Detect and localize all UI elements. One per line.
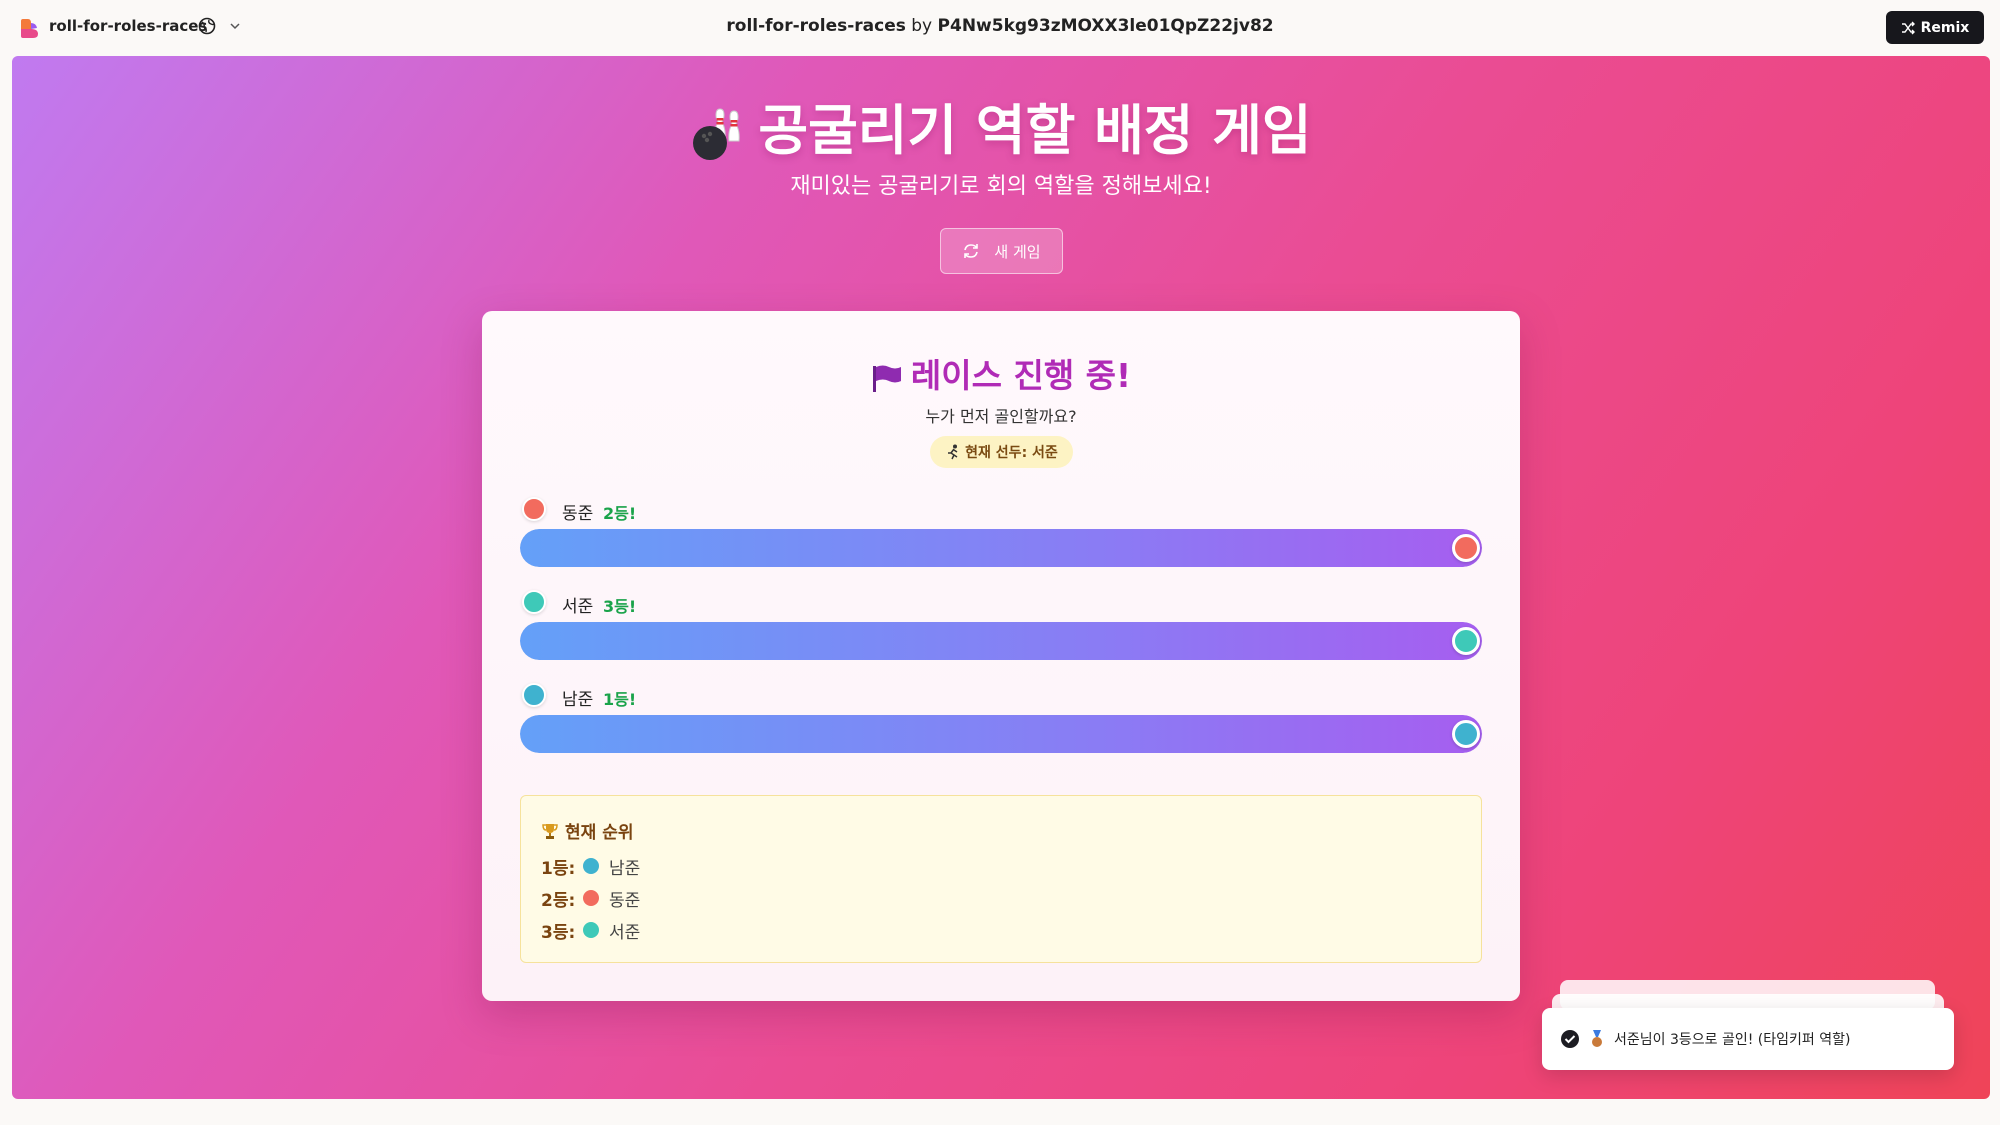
leader-label: 현재 선두: 서준	[965, 445, 1058, 461]
ranking-row: 2등: 동준	[541, 886, 641, 911]
runner-icon	[948, 444, 958, 460]
game-stage: 공굴리기 역할 배정 게임 재미있는 공굴리기로 회의 역할을 정해보세요! 새…	[12, 56, 1990, 1099]
racer-color-dot	[522, 497, 546, 521]
racer-ball	[1452, 720, 1480, 748]
racer-rank: 3등!	[603, 597, 637, 616]
rank-name: 남준	[609, 858, 641, 879]
racer-name: 서준	[562, 597, 594, 617]
ranking-title: 현재 순위	[541, 818, 633, 843]
rank-label: 2등:	[541, 890, 576, 911]
race-title: 레이스 진행 중!	[482, 349, 1520, 397]
main-title-text: 공굴리기 역할 배정 게임	[758, 99, 1312, 162]
rank-label: 1등:	[541, 858, 576, 879]
racer-color-dot	[522, 590, 546, 614]
leader-badge: 현재 선두: 서준	[930, 436, 1073, 468]
race-subtitle: 누가 먼저 골인할까요?	[925, 407, 1077, 426]
ranking-panel: 현재 순위 1등: 남준 2등: 동준 3등: 서준	[520, 795, 1482, 963]
rank-name: 서준	[609, 922, 641, 943]
ranking-title-text: 현재 순위	[565, 823, 634, 843]
racer-row: 동준 2등!	[520, 495, 1482, 567]
main-title: 공굴리기 역할 배정 게임	[12, 86, 1990, 165]
trophy-icon	[542, 823, 558, 839]
refresh-icon	[964, 244, 979, 258]
rank-name: 동준	[609, 890, 641, 911]
toast-message: 서준님이 3등으로 골인! (타임키퍼 역할)	[1614, 1032, 1851, 1048]
rank-color-dot	[583, 890, 599, 906]
racer-ball	[1452, 627, 1480, 655]
remix-label: Remix	[1920, 19, 1970, 36]
page-title: roll-for-roles-races by P4Nw5kg93zMOXX3l…	[0, 16, 2000, 36]
racer-row: 남준 1등!	[520, 681, 1482, 753]
racer-name: 동준	[562, 504, 594, 524]
ranking-row: 1등: 남준	[541, 854, 641, 879]
top-bar: roll-for-roles-races roll-for-roles-race…	[0, 0, 2000, 56]
rank-color-dot	[583, 858, 599, 874]
subtitle: 재미있는 공굴리기로 회의 역할을 정해보세요!	[790, 174, 1212, 199]
shuffle-icon	[1901, 21, 1915, 34]
race-track	[520, 715, 1482, 753]
track-progress-fill	[520, 715, 1482, 753]
racer-rank: 1등!	[603, 690, 637, 709]
ranking-row: 3등: 서준	[541, 918, 641, 943]
flag-icon	[872, 365, 901, 392]
rank-color-dot	[583, 922, 599, 938]
race-title-text: 레이스 진행 중!	[910, 356, 1132, 395]
remix-button[interactable]: Remix	[1886, 11, 1984, 44]
race-track	[520, 622, 1482, 660]
rank-label: 3등:	[541, 922, 576, 943]
new-game-label: 새 게임	[994, 242, 1041, 261]
track-progress-fill	[520, 529, 1482, 567]
racer-rank: 2등!	[603, 504, 637, 523]
medal-icon	[1592, 1030, 1602, 1047]
title-app-name: roll-for-roles-races	[726, 16, 906, 36]
toast-notification[interactable]: 서준님이 3등으로 골인! (타임키퍼 역할)	[1542, 1008, 1954, 1070]
racer-row: 서준 3등!	[520, 588, 1482, 660]
racer-color-dot	[522, 683, 546, 707]
racer-name: 남준	[562, 690, 594, 710]
track-progress-fill	[520, 622, 1482, 660]
title-by: by	[911, 16, 933, 36]
bowling-icon	[693, 108, 741, 161]
race-track	[520, 529, 1482, 567]
title-user-id: P4Nw5kg93zMOXX3le01QpZ22jv82	[937, 16, 1274, 36]
new-game-button[interactable]: 새 게임	[940, 228, 1063, 274]
check-circle-icon	[1561, 1030, 1579, 1048]
race-card: 레이스 진행 중! 누가 먼저 골인할까요? 현재 선두: 서준 동준 2등!	[482, 311, 1520, 1001]
racer-ball	[1452, 534, 1480, 562]
